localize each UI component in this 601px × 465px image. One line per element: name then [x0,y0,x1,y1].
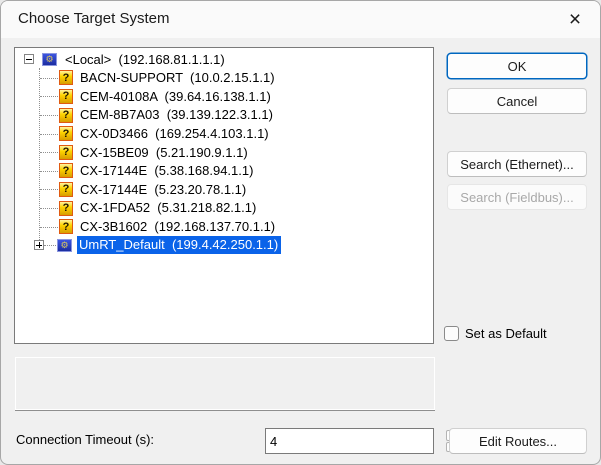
tree-item[interactable]: ? CX-17144E (5.23.20.78.1.1) [15,180,433,199]
tree-item[interactable]: ? BACN-SUPPORT (10.0.2.15.1.1) [15,69,433,88]
target-system-tree[interactable]: ⚙ <Local> (192.168.81.1.1.1) ? BACN-SUPP… [14,47,434,344]
tree-item-label-selected: UmRT_Default (199.4.42.250.1.1) [77,236,281,255]
tree-item[interactable]: ? CEM-40108A (39.64.16.138.1.1) [15,87,433,106]
connection-timeout-label: Connection Timeout (s): [16,432,154,447]
tree-item-label: CEM-8B7A03 (39.139.122.3.1.1) [78,106,276,125]
connection-timeout-input[interactable] [266,429,446,453]
unknown-device-icon: ? [59,201,73,216]
search-fieldbus-button-disabled: Search (Fieldbus)... [447,184,587,210]
tree-item-label: <Local> (192.168.81.1.1.1) [63,50,228,69]
tree-item-label: BACN-SUPPORT (10.0.2.15.1.1) [78,69,278,88]
collapse-icon[interactable] [24,54,34,64]
close-button[interactable]: × [552,1,598,37]
set-as-default-checkbox[interactable] [444,326,459,341]
set-as-default-row: Set as Default [444,326,547,341]
unknown-device-icon: ? [59,182,73,197]
unknown-device-icon: ? [59,108,73,123]
tree-item-label: CX-0D3466 (169.254.4.103.1.1) [78,124,272,143]
set-as-default-label: Set as Default [465,326,547,341]
tree-item[interactable]: ? CEM-8B7A03 (39.139.122.3.1.1) [15,106,433,125]
tree-item-label: CX-3B1602 (192.168.137.70.1.1) [78,217,278,236]
ok-button[interactable]: OK [447,53,587,79]
unknown-device-icon: ? [59,89,73,104]
close-icon: × [569,9,581,30]
system-icon: ⚙ [57,239,72,252]
dialog-title: Choose Target System [18,1,169,37]
search-ethernet-button[interactable]: Search (Ethernet)... [447,151,587,177]
cancel-button[interactable]: Cancel [447,88,587,114]
tree-item-label: CX-15BE09 (5.21.190.9.1.1) [78,143,251,162]
tree-item[interactable]: ? CX-15BE09 (5.21.190.9.1.1) [15,143,433,162]
unknown-device-icon: ? [59,163,73,178]
tree-item[interactable]: ? CX-17144E (5.38.168.94.1.1) [15,162,433,181]
tree-item-umrt-default-selected[interactable]: ⚙ UmRT_Default (199.4.42.250.1.1) [15,236,433,255]
unknown-device-icon: ? [59,70,73,85]
titlebar: Choose Target System × [1,1,600,38]
tree-item[interactable]: ? CX-0D3466 (169.254.4.103.1.1) [15,124,433,143]
unknown-device-icon: ? [59,145,73,160]
tree-item-local[interactable]: ⚙ <Local> (192.168.81.1.1.1) [15,50,433,69]
edit-routes-button[interactable]: Edit Routes... [449,428,587,454]
choose-target-system-dialog: Choose Target System × ⚙ <Local> (192.16… [0,0,601,465]
tree-item[interactable]: ? CX-1FDA52 (5.31.218.82.1.1) [15,199,433,218]
tree-item-label: CEM-40108A (39.64.16.138.1.1) [78,87,274,106]
tree-item[interactable]: ? CX-3B1602 (192.168.137.70.1.1) [15,217,433,236]
status-panel [15,357,435,410]
tree-item-label: CX-1FDA52 (5.31.218.82.1.1) [78,199,259,218]
unknown-device-icon: ? [59,219,73,234]
unknown-device-icon: ? [59,126,73,141]
system-icon: ⚙ [42,53,57,66]
tree-content: ⚙ <Local> (192.168.81.1.1.1) ? BACN-SUPP… [15,48,433,343]
tree-item-label: CX-17144E (5.38.168.94.1.1) [78,162,256,181]
expand-icon[interactable] [34,240,44,250]
connection-timeout-spinner: ▲ ▼ [265,428,434,454]
tree-item-label: CX-17144E (5.23.20.78.1.1) [78,180,249,199]
